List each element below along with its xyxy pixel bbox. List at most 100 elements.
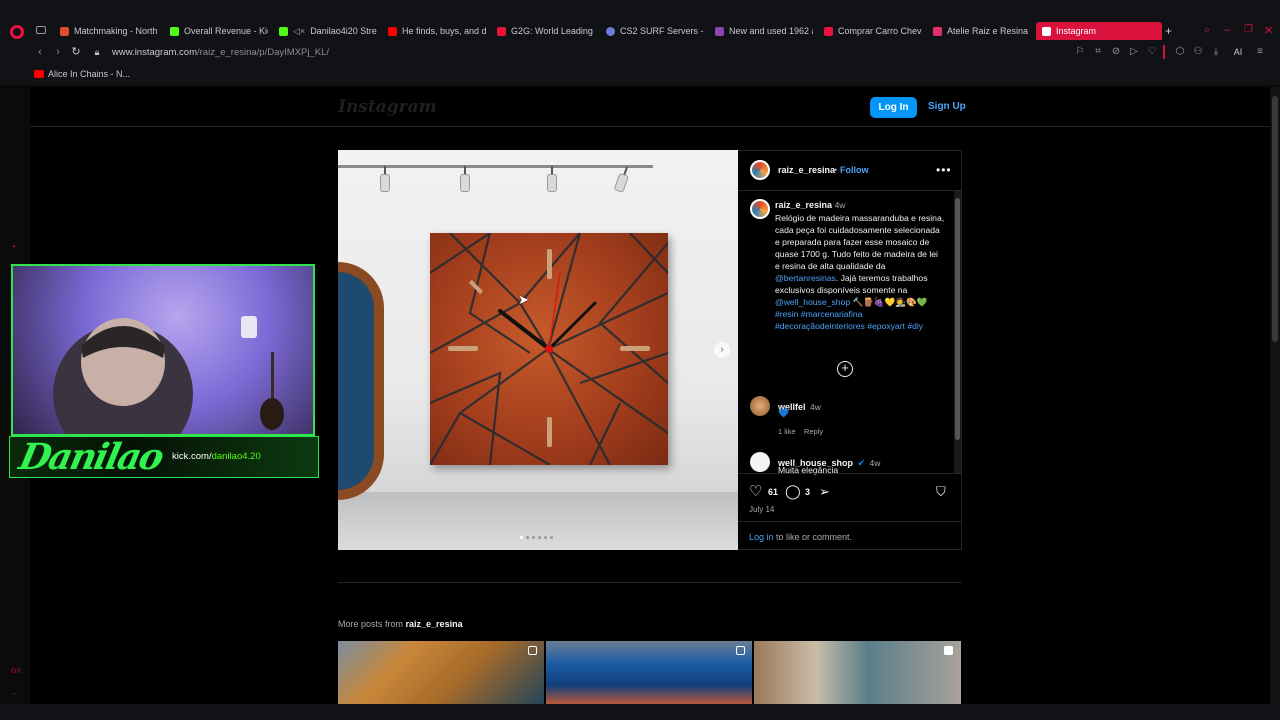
ai-button[interactable]: AI <box>1229 47 1247 57</box>
menu-icon[interactable]: ≡ <box>1255 47 1265 57</box>
tab-g2g[interactable]: G2G: World Leading D <box>497 22 595 40</box>
verified-badge-icon: ✔ <box>857 458 866 468</box>
carousel-dot <box>550 536 553 539</box>
comments-count: 3 <box>805 487 811 497</box>
extensions-icon[interactable]: ⬡ <box>1175 47 1185 57</box>
signup-link[interactable]: Sign Up <box>928 101 966 112</box>
player-icon[interactable]: ▷ <box>1129 47 1139 57</box>
login-button[interactable]: Log In <box>870 97 917 118</box>
carousel-indicator-icon <box>736 646 745 655</box>
opera-logo-icon[interactable] <box>10 25 24 39</box>
minimize-icon[interactable]: – <box>1224 24 1230 36</box>
caption-username[interactable]: raiz_e_resina <box>775 200 832 210</box>
tab-matchmaking[interactable]: Matchmaking - North <box>60 22 158 40</box>
post-thumbnail[interactable] <box>546 641 752 704</box>
like-icon[interactable]: ♡ <box>749 484 762 499</box>
tab-danilao-stream[interactable]: ◁× Danilao4i20 Strea <box>279 22 377 40</box>
sidebar-icon[interactable]: ◔ <box>10 242 16 253</box>
login-link[interactable]: Log in <box>749 532 774 542</box>
bookmarks-bar <box>0 65 1280 85</box>
comment-age: 4w <box>869 458 881 468</box>
tab-youtube-video[interactable]: He finds, buys, and d <box>388 22 486 40</box>
more-posts-username[interactable]: raiz_e_resina <box>406 619 463 629</box>
reload-icon[interactable]: ↻ <box>70 46 82 58</box>
section-divider <box>338 582 962 583</box>
site-favicon-icon <box>824 26 833 36</box>
maximize-icon[interactable]: ❐ <box>1244 24 1253 35</box>
new-tab-icon[interactable]: + <box>1165 24 1172 38</box>
tab-overall-revenue[interactable]: Overall Revenue - Kic <box>170 22 268 40</box>
instagram-logo[interactable]: Instagram <box>338 97 437 117</box>
comment-text: 💙 <box>778 408 790 418</box>
kick-favicon-icon <box>170 26 179 36</box>
mouse-cursor-icon: ➤ <box>518 292 529 307</box>
tab-new-and-used[interactable]: New and used 1962 a <box>715 22 813 40</box>
add-icon[interactable]: + <box>837 361 853 377</box>
speaker-icon[interactable]: ◁× <box>293 26 305 37</box>
webcam-overlay <box>11 264 315 436</box>
carousel-dot <box>532 536 535 539</box>
caption-avatar[interactable] <box>750 199 770 219</box>
comment-icon[interactable]: ◯ <box>785 484 801 499</box>
resin-oval-mirror <box>338 262 384 500</box>
more-options-icon[interactable]: ••• <box>936 163 952 177</box>
close-icon[interactable]: ✕ <box>1264 24 1273 37</box>
instagram-favicon-icon <box>1042 26 1051 36</box>
heart-icon[interactable]: ♡ <box>1147 47 1157 57</box>
post-thumbnail[interactable] <box>754 641 961 704</box>
divider <box>738 473 962 474</box>
post-thumbnail[interactable] <box>338 641 544 704</box>
page-scroll-thumb[interactable] <box>1272 96 1278 342</box>
more-posts-heading: More posts from raiz_e_resina <box>338 619 463 629</box>
tab-comprar-carro[interactable]: Comprar Carro Chev <box>824 22 922 40</box>
caption-hashtags[interactable]: #resin #marcenariafina #decoraçãodeinter… <box>775 309 923 331</box>
window-bottom-bar <box>0 704 1280 720</box>
spotlight <box>460 166 470 196</box>
mention-bertanresinas[interactable]: @bertanresinas <box>775 273 836 283</box>
tab-favicon-icon <box>60 26 69 36</box>
back-icon[interactable]: ‹ <box>34 46 46 58</box>
streamer-name: Danilao <box>15 436 166 478</box>
commenter-avatar[interactable] <box>750 452 770 472</box>
tab-overview-icon[interactable] <box>36 26 46 34</box>
caption-header: raiz_e_resina 4w <box>775 200 845 210</box>
url-field[interactable]: www.instagram.com/raiz_e_resina/p/DayIMX… <box>112 47 329 58</box>
cs2-favicon-icon <box>606 26 615 36</box>
next-image-button[interactable]: › <box>714 342 730 358</box>
floor <box>338 492 738 550</box>
snapshot-icon[interactable]: ⌗ <box>1093 47 1103 57</box>
carousel-indicator-icon <box>528 646 537 655</box>
account-icon[interactable]: ⚇ <box>1193 47 1203 57</box>
comments-scroll-thumb[interactable] <box>955 198 960 440</box>
kick-channel-url: kick.com/danilao4.20 <box>172 451 261 462</box>
comment-reply-button[interactable]: Reply <box>804 427 823 436</box>
bookmark-alice-in-chains[interactable]: Alice In Chains - N... <box>34 69 130 79</box>
comment-likes[interactable]: 1 like <box>778 427 796 436</box>
instagram-favicon-icon <box>933 26 942 36</box>
download-icon[interactable]: ⤓ <box>1211 47 1221 57</box>
save-icon[interactable]: ⛉ <box>936 484 946 499</box>
commenter-avatar[interactable] <box>750 396 770 416</box>
author-avatar[interactable] <box>750 160 770 180</box>
youtube-icon <box>34 70 44 78</box>
sidebar-icon[interactable]: GX <box>11 668 21 675</box>
follow-separator: • <box>834 165 838 175</box>
lock-icon[interactable]: 🔒︎ <box>91 46 103 58</box>
youtube-favicon-icon <box>388 26 397 36</box>
search-tabs-icon[interactable]: ⌕ <box>1204 24 1210 37</box>
mention-well-house-shop[interactable]: @well_house_shop <box>775 297 850 307</box>
forward-icon[interactable]: › <box>52 46 64 58</box>
bookmark-icon[interactable]: ⚐ <box>1075 47 1085 57</box>
carousel-dot-active <box>520 536 523 539</box>
tab-instagram-active[interactable]: Instagram <box>1036 22 1162 40</box>
divider <box>738 521 962 522</box>
tab-cs2-surf[interactable]: CS2 SURF Servers - C <box>606 22 704 40</box>
post-caption: Relógio de madeira massaranduba e resina… <box>775 213 945 331</box>
more-icon[interactable]: ··· <box>11 688 20 698</box>
author-username[interactable]: raiz_e_resina <box>778 165 835 175</box>
share-icon[interactable]: ➢ <box>819 484 830 499</box>
adblock-icon[interactable]: ⊘ <box>1111 47 1121 57</box>
login-to-like-note: Log in to like or comment. <box>749 532 853 542</box>
follow-button[interactable]: Follow <box>840 165 869 175</box>
tab-atelie-raiz[interactable]: Atelie Raiz e Resina (@ <box>933 22 1031 40</box>
